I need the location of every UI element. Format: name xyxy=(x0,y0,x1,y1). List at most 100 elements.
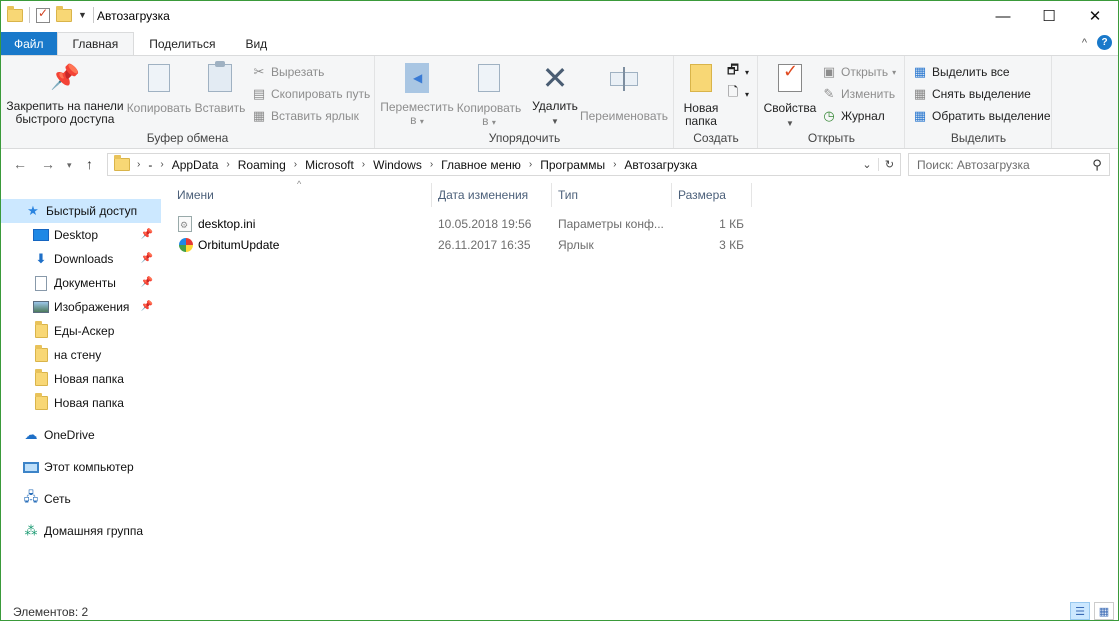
sidebar-item-folder[interactable]: на стену xyxy=(1,343,161,367)
edit-button[interactable]: ✎ Изменить xyxy=(821,86,896,102)
chevron-right-icon[interactable]: › xyxy=(134,159,143,170)
chevron-down-icon[interactable]: ▼ xyxy=(528,115,582,128)
tab-view[interactable]: Вид xyxy=(230,32,282,55)
refresh-icon[interactable]: ↻ xyxy=(878,158,900,171)
tab-file[interactable]: Файл xyxy=(1,32,57,55)
star-icon: ★ xyxy=(27,203,39,218)
pin-icon[interactable]: 📌 xyxy=(141,277,153,288)
sidebar-item-desktop[interactable]: Desktop 📌 xyxy=(1,223,161,247)
search-icon[interactable]: ⚲ xyxy=(1085,157,1109,173)
easy-access-button[interactable]: 🗋 ▾ xyxy=(725,84,749,102)
properties-button[interactable]: Свойства ▼ xyxy=(761,62,819,130)
sidebar-item-folder[interactable]: Еды-Аскер xyxy=(1,319,161,343)
open-button[interactable]: ▣ Открыть ▾ xyxy=(821,64,896,80)
large-icons-view-icon[interactable]: ▦ xyxy=(1094,602,1114,620)
group-create: Новая папка 🗗 ▾ 🗋 ▾ Создать xyxy=(675,56,758,148)
breadcrumb[interactable]: Microsoft xyxy=(300,158,359,172)
pin-icon[interactable]: 📌 xyxy=(141,253,153,264)
pin-icon[interactable]: 📌 xyxy=(141,229,153,240)
ribbon: 📌 Закрепить на панели быстрого доступа К… xyxy=(1,55,1118,149)
sidebar-item-folder[interactable]: Новая папка xyxy=(1,367,161,391)
sidebar-item-label: на стену xyxy=(54,348,102,362)
forward-arrow-icon[interactable]: → xyxy=(41,156,55,172)
chevron-right-icon[interactable]: › xyxy=(359,159,368,170)
desktop-icon xyxy=(33,227,49,243)
chevron-right-icon[interactable]: › xyxy=(157,159,166,170)
group-label-create: Создать xyxy=(693,131,739,145)
sidebar-item-quick-access[interactable]: ★ Быстрый доступ xyxy=(1,199,161,223)
table-row[interactable]: desktop.ini 10.05.2018 19:56 Параметры к… xyxy=(171,214,751,235)
new-folder-icon[interactable] xyxy=(56,5,72,22)
tab-share[interactable]: Поделиться xyxy=(134,32,230,55)
sidebar-item-folder[interactable]: Новая папка xyxy=(1,391,161,415)
chevron-right-icon[interactable]: › xyxy=(291,159,300,170)
back-arrow-icon[interactable]: ← xyxy=(13,156,27,172)
pin-icon[interactable]: 📌 xyxy=(141,301,153,312)
sidebar-item-this-pc[interactable]: Этот компьютер xyxy=(1,455,161,479)
sidebar-item-label: Этот компьютер xyxy=(44,460,134,474)
rename-button[interactable]: Переименовать xyxy=(580,62,668,123)
maximize-button[interactable]: ☐ xyxy=(1026,1,1072,31)
minimize-button[interactable]: — xyxy=(980,1,1026,31)
table-row[interactable]: OrbitumUpdate 26.11.2017 16:35 Ярлык 3 К… xyxy=(171,235,751,256)
properties-big-icon xyxy=(774,64,806,96)
copy-button[interactable]: Копировать xyxy=(125,62,193,115)
history-label: Журнал xyxy=(841,109,885,123)
breadcrumb-ellipsis[interactable]: - xyxy=(143,158,157,172)
history-button[interactable]: ◷ Журнал xyxy=(821,108,885,124)
new-item-button[interactable]: 🗗 ▾ xyxy=(725,62,749,80)
new-item-icon: 🗗 xyxy=(726,62,740,77)
address-dropdown-chevron-icon[interactable]: ⌄ xyxy=(856,158,878,171)
chevron-down-icon[interactable]: ▼ xyxy=(78,10,87,20)
breadcrumb[interactable]: Windows xyxy=(368,158,427,172)
copy-path-button[interactable]: ▤ Скопировать путь xyxy=(251,86,370,102)
pin-quick-access-button[interactable]: 📌 Закрепить на панели быстрого доступа xyxy=(5,62,125,126)
breadcrumb[interactable]: Автозагрузка xyxy=(619,158,702,172)
paste-button[interactable]: Вставить xyxy=(193,61,247,115)
sidebar-item-documents[interactable]: Документы 📌 xyxy=(1,271,161,295)
delete-button[interactable]: ✕ Удалить ▼ xyxy=(528,62,582,128)
copy-label: Копировать xyxy=(126,101,192,115)
new-folder-button[interactable]: Новая папка xyxy=(677,62,725,128)
paste-shortcut-button[interactable]: ▦ Вставить ярлык xyxy=(251,108,359,124)
details-view-icon[interactable]: ☰ xyxy=(1070,602,1090,620)
sidebar-item-pictures[interactable]: Изображения 📌 xyxy=(1,295,161,319)
chevron-right-icon[interactable]: › xyxy=(223,159,232,170)
column-header-type[interactable]: Тип xyxy=(552,183,672,207)
invert-selection-button[interactable]: ▦ Обратить выделение xyxy=(912,108,1051,124)
close-button[interactable]: ✕ xyxy=(1072,1,1118,31)
tab-home[interactable]: Главная xyxy=(56,32,135,55)
collapse-ribbon-icon[interactable]: ^ xyxy=(1082,37,1087,49)
open-label: Открыть xyxy=(841,65,889,79)
move-to-button[interactable]: Переместить в ▾ xyxy=(380,62,454,128)
chevron-right-icon[interactable]: › xyxy=(526,159,535,170)
paste-icon xyxy=(204,61,236,96)
column-header-name[interactable]: Имени xyxy=(171,183,432,207)
properties-icon[interactable] xyxy=(36,6,50,23)
sidebar-item-downloads[interactable]: ⬇ Downloads 📌 xyxy=(1,247,161,271)
breadcrumb[interactable]: Главное меню xyxy=(436,158,526,172)
up-arrow-icon[interactable]: ↑ xyxy=(86,156,93,172)
breadcrumb[interactable]: Программы xyxy=(535,158,610,172)
sidebar-item-homegroup[interactable]: ⁂ Домашняя группа xyxy=(1,519,161,543)
sidebar-item-onedrive[interactable]: ☁ OneDrive xyxy=(1,423,161,447)
chevron-right-icon[interactable]: › xyxy=(610,159,619,170)
copy-to-button[interactable]: Копировать в ▾ xyxy=(454,62,524,129)
chevron-right-icon[interactable]: › xyxy=(427,159,436,170)
search-input[interactable]: Поиск: Автозагрузка ⚲ xyxy=(908,153,1110,176)
chevron-down-icon[interactable]: ▼ xyxy=(761,117,819,130)
cut-button[interactable]: ✂ Вырезать xyxy=(251,64,325,80)
select-none-button[interactable]: ▦ Снять выделение xyxy=(912,86,1031,102)
select-all-icon: ▦ xyxy=(913,64,927,79)
sidebar-item-label: Desktop xyxy=(54,228,99,242)
breadcrumb[interactable]: AppData xyxy=(167,158,224,172)
breadcrumb[interactable]: Roaming xyxy=(233,158,291,172)
address-bar[interactable]: › - › AppData › Roaming › Microsoft › Wi… xyxy=(107,153,901,176)
sidebar-item-network[interactable]: 🖧 Сеть xyxy=(1,487,161,511)
help-icon[interactable]: ? xyxy=(1097,35,1112,50)
column-header-date[interactable]: Дата изменения xyxy=(432,183,552,207)
properties-label: Свойства xyxy=(763,101,817,115)
select-all-button[interactable]: ▦ Выделить все xyxy=(912,64,1010,80)
recent-locations-chevron-icon[interactable]: ▾ xyxy=(67,160,72,171)
column-header-size[interactable]: Размера xyxy=(672,183,752,207)
